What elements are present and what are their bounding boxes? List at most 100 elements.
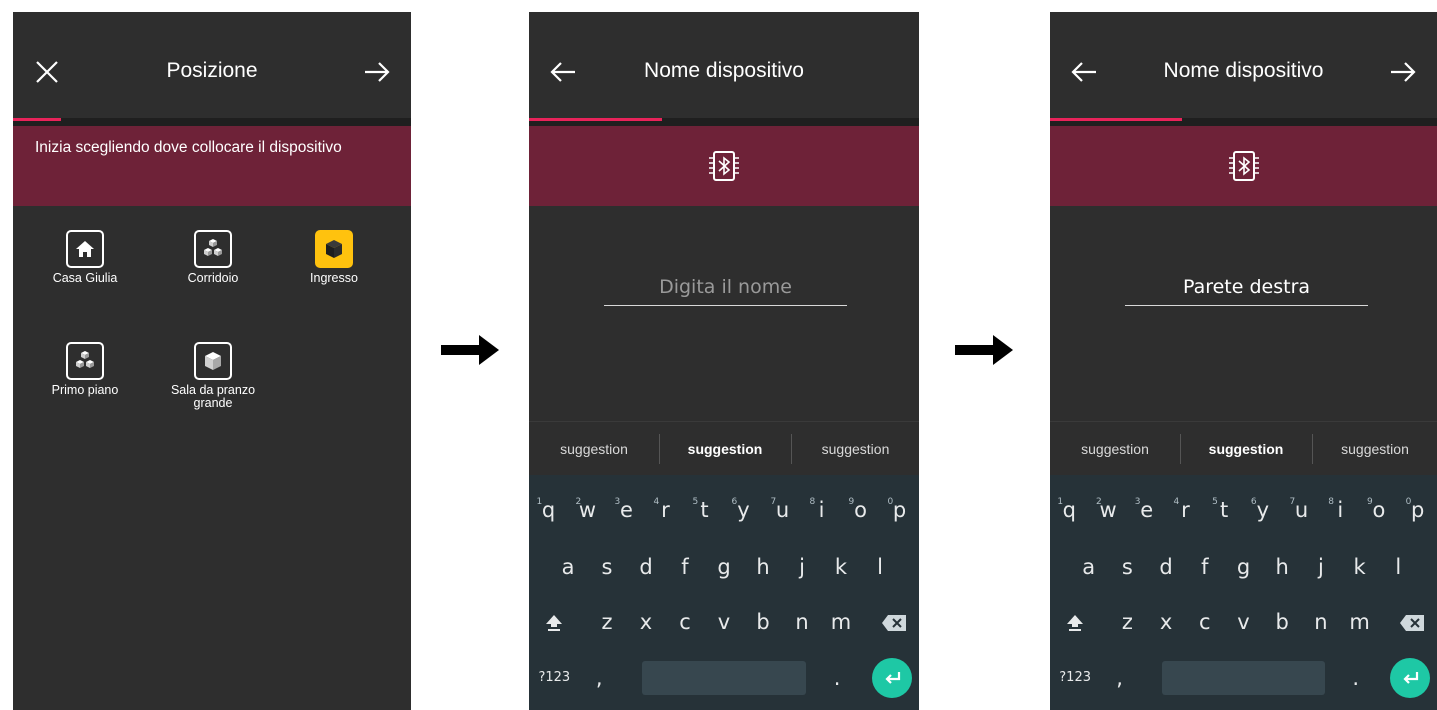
key-b[interactable]: b [1263,595,1302,649]
key-f[interactable]: f [666,540,705,594]
key-h[interactable]: h [1263,540,1302,594]
key-y[interactable]: 6y [1244,483,1283,537]
symbols-key[interactable]: ?123 [1050,651,1100,705]
key-i[interactable]: 8i [802,483,841,537]
key-f[interactable]: f [1185,540,1224,594]
key-label: e [620,498,633,522]
key-r[interactable]: 4r [1166,483,1205,537]
shift-key[interactable] [1050,595,1100,649]
place-primo-piano[interactable]: Primo piano [30,342,140,397]
place-ingresso[interactable]: Ingresso [279,230,389,285]
key-k[interactable]: k [822,540,861,594]
comma-key[interactable]: , [1100,651,1139,705]
key-c[interactable]: c [1185,595,1224,649]
arrow-right-icon[interactable] [1387,56,1419,88]
progress-bar [13,118,411,126]
key-x[interactable]: x [1147,595,1186,649]
suggestion-item[interactable]: suggestion [529,422,659,476]
key-u[interactable]: 7u [763,483,802,537]
symbols-key[interactable]: ?123 [529,651,580,705]
key-a[interactable]: a [549,540,588,594]
key-v[interactable]: v [705,595,744,649]
bluetooth-device-icon [1228,151,1259,181]
key-x[interactable]: x [627,595,666,649]
key-g[interactable]: g [1224,540,1263,594]
place-tile [66,230,104,268]
comma-key[interactable]: , [580,651,619,705]
key-j[interactable]: j [1302,540,1341,594]
key-r[interactable]: 4r [646,483,685,537]
key-p[interactable]: 0p [1398,483,1437,537]
key-w[interactable]: 2w [1089,483,1128,537]
page-title: Nome dispositivo [644,59,804,82]
suggestion-item[interactable]: suggestion [792,422,919,476]
device-name-input[interactable]: Parete destra [1125,272,1368,306]
key-j[interactable]: j [783,540,822,594]
space-bar[interactable] [642,661,806,695]
key-s[interactable]: s [1108,540,1147,594]
page-title: Posizione [166,59,258,82]
key-e[interactable]: 3e [607,483,646,537]
key-t[interactable]: 5t [685,483,724,537]
period-key[interactable]: . [818,651,857,705]
key-u[interactable]: 7u [1282,483,1321,537]
suggestion-item[interactable]: suggestion [1181,422,1311,476]
key-c[interactable]: c [666,595,705,649]
key-o[interactable]: 9o [841,483,880,537]
place-label-line2: grande [193,396,233,410]
key-m[interactable]: m [822,595,861,649]
keyboard-row-1: 1q2w3e4r5t6y7u8i9o0p [1050,483,1437,537]
suggestion-item[interactable]: suggestion [660,422,790,476]
place-tile [194,230,232,268]
key-n[interactable]: n [1302,595,1341,649]
keyboard-row-4: ?123,. [1050,651,1437,705]
key-s[interactable]: s [588,540,627,594]
page-title: Nome dispositivo [1163,59,1324,82]
key-hint: 0 [1405,497,1412,507]
arrow-right-icon[interactable] [361,56,393,88]
key-a[interactable]: a [1069,540,1108,594]
key-y[interactable]: 6y [724,483,763,537]
device-name-input[interactable]: Digita il nome [604,272,847,306]
key-n[interactable]: n [783,595,822,649]
place-label: Corridoio [187,271,239,285]
key-d[interactable]: d [627,540,666,594]
backspace-key[interactable] [868,595,919,649]
backspace-icon [1399,615,1424,631]
key-label: p [1410,498,1425,522]
key-l[interactable]: l [1379,540,1418,594]
key-label: y [737,498,750,522]
key-hint: 6 [731,497,738,507]
key-e[interactable]: 3e [1127,483,1166,537]
key-o[interactable]: 9o [1360,483,1399,537]
key-z[interactable]: z [588,595,627,649]
key-d[interactable]: d [1147,540,1186,594]
key-w[interactable]: 2w [568,483,607,537]
suggestion-item[interactable]: suggestion [1050,422,1180,476]
key-k[interactable]: k [1340,540,1379,594]
keyboard-row-2: asdfghjkl [529,540,919,594]
key-h[interactable]: h [744,540,783,594]
key-g[interactable]: g [705,540,744,594]
period-key[interactable]: . [1336,651,1375,705]
backspace-key[interactable] [1387,595,1437,649]
key-b[interactable]: b [744,595,783,649]
suggestion-item[interactable]: suggestion [1313,422,1437,476]
place-casa-giulia[interactable]: Casa Giulia [30,230,140,285]
key-q[interactable]: 1q [529,483,568,537]
key-v[interactable]: v [1224,595,1263,649]
key-z[interactable]: z [1108,595,1147,649]
key-p[interactable]: 0p [880,483,919,537]
shift-key[interactable] [529,595,580,649]
key-l[interactable]: l [861,540,900,594]
key-t[interactable]: 5t [1205,483,1244,537]
place-corridoio[interactable]: Corridoio [158,230,268,285]
place-sala-da-pranzo-grande[interactable]: Sala da pranzo grande [158,342,268,410]
enter-key[interactable] [872,658,912,698]
key-m[interactable]: m [1340,595,1379,649]
enter-key[interactable] [1390,658,1430,698]
space-bar[interactable] [1162,661,1325,695]
key-i[interactable]: 8i [1321,483,1360,537]
key-q[interactable]: 1q [1050,483,1089,537]
key-hint: 6 [1250,497,1257,507]
